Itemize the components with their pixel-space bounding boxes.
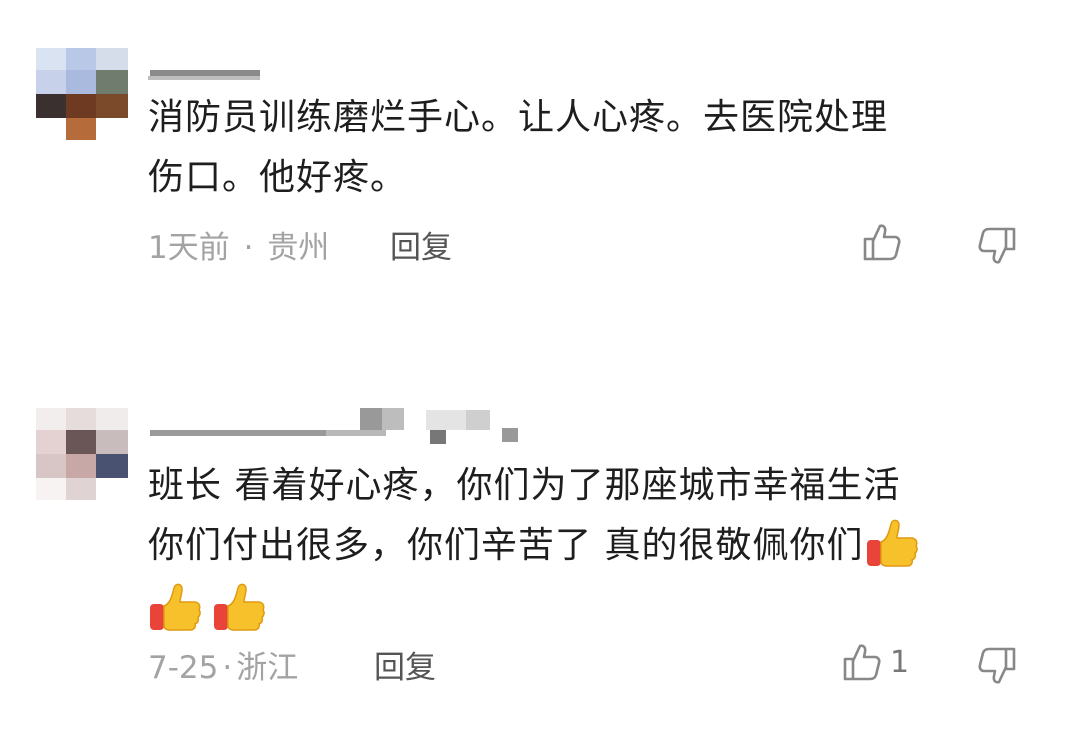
like-button[interactable]: 1 bbox=[840, 640, 909, 684]
avatar[interactable] bbox=[36, 408, 128, 500]
dislike-button[interactable] bbox=[975, 644, 1019, 692]
comment-text-line: 班长 看着好心疼，你们为了那座城市幸福生活 bbox=[148, 465, 901, 506]
comment-text: 消防员训练磨烂手心。让人心疼。去医院处理 伤口。他好疼。 bbox=[148, 88, 888, 208]
reply-button[interactable]: 回复 bbox=[390, 222, 452, 267]
thumbs-up-outline-icon bbox=[843, 644, 881, 681]
comment-meta: 1天前 · 贵州 bbox=[148, 222, 329, 267]
like-button[interactable] bbox=[860, 220, 910, 264]
thumbs-down-outline-icon bbox=[978, 227, 1016, 264]
meta-separator: · bbox=[243, 230, 254, 266]
comment-text-line: 消防员训练磨烂手心。让人心疼。去医院处理 bbox=[148, 97, 889, 138]
comment-location: 贵州 bbox=[267, 230, 330, 266]
comment-item: 班长 看着好心疼，你们为了那座城市幸福生活 你们付出很多，你们辛苦了 真的很敬佩… bbox=[0, 330, 1080, 744]
comment-text-line: 伤口。他好疼。 bbox=[148, 157, 408, 198]
comment-item: 消防员训练磨烂手心。让人心疼。去医院处理 伤口。他好疼。 1天前 · 贵州 回复 bbox=[0, 0, 1080, 330]
thumbs-up-outline-icon bbox=[863, 224, 901, 261]
comment-location: 浙江 bbox=[236, 650, 299, 686]
thumbs-up-emoji bbox=[865, 516, 921, 570]
comment-text-line: 你们付出很多，你们辛苦了 真的很敬佩你们 bbox=[148, 516, 921, 576]
avatar[interactable] bbox=[36, 48, 128, 140]
emoji-line bbox=[148, 576, 921, 636]
comment-text-line-content: 你们付出很多，你们辛苦了 真的很敬佩你们 bbox=[148, 525, 864, 566]
comment-meta: 7-25 · 浙江 bbox=[148, 642, 298, 687]
thumbs-up-emoji bbox=[212, 580, 268, 634]
comment-text: 班长 看着好心疼，你们为了那座城市幸福生活 你们付出很多，你们辛苦了 真的很敬佩… bbox=[148, 456, 921, 636]
thumbs-up-emoji bbox=[148, 580, 204, 634]
username-obscured[interactable] bbox=[148, 48, 268, 88]
dislike-button[interactable] bbox=[975, 224, 1019, 272]
reply-button[interactable]: 回复 bbox=[374, 642, 436, 687]
thumbs-down-outline-icon bbox=[978, 647, 1016, 684]
username-obscured[interactable] bbox=[150, 404, 530, 444]
comment-date: 1天前 bbox=[148, 230, 230, 266]
like-count: 1 bbox=[890, 644, 910, 680]
comment-date: 7-25 bbox=[148, 650, 219, 686]
meta-separator: · bbox=[222, 650, 233, 686]
